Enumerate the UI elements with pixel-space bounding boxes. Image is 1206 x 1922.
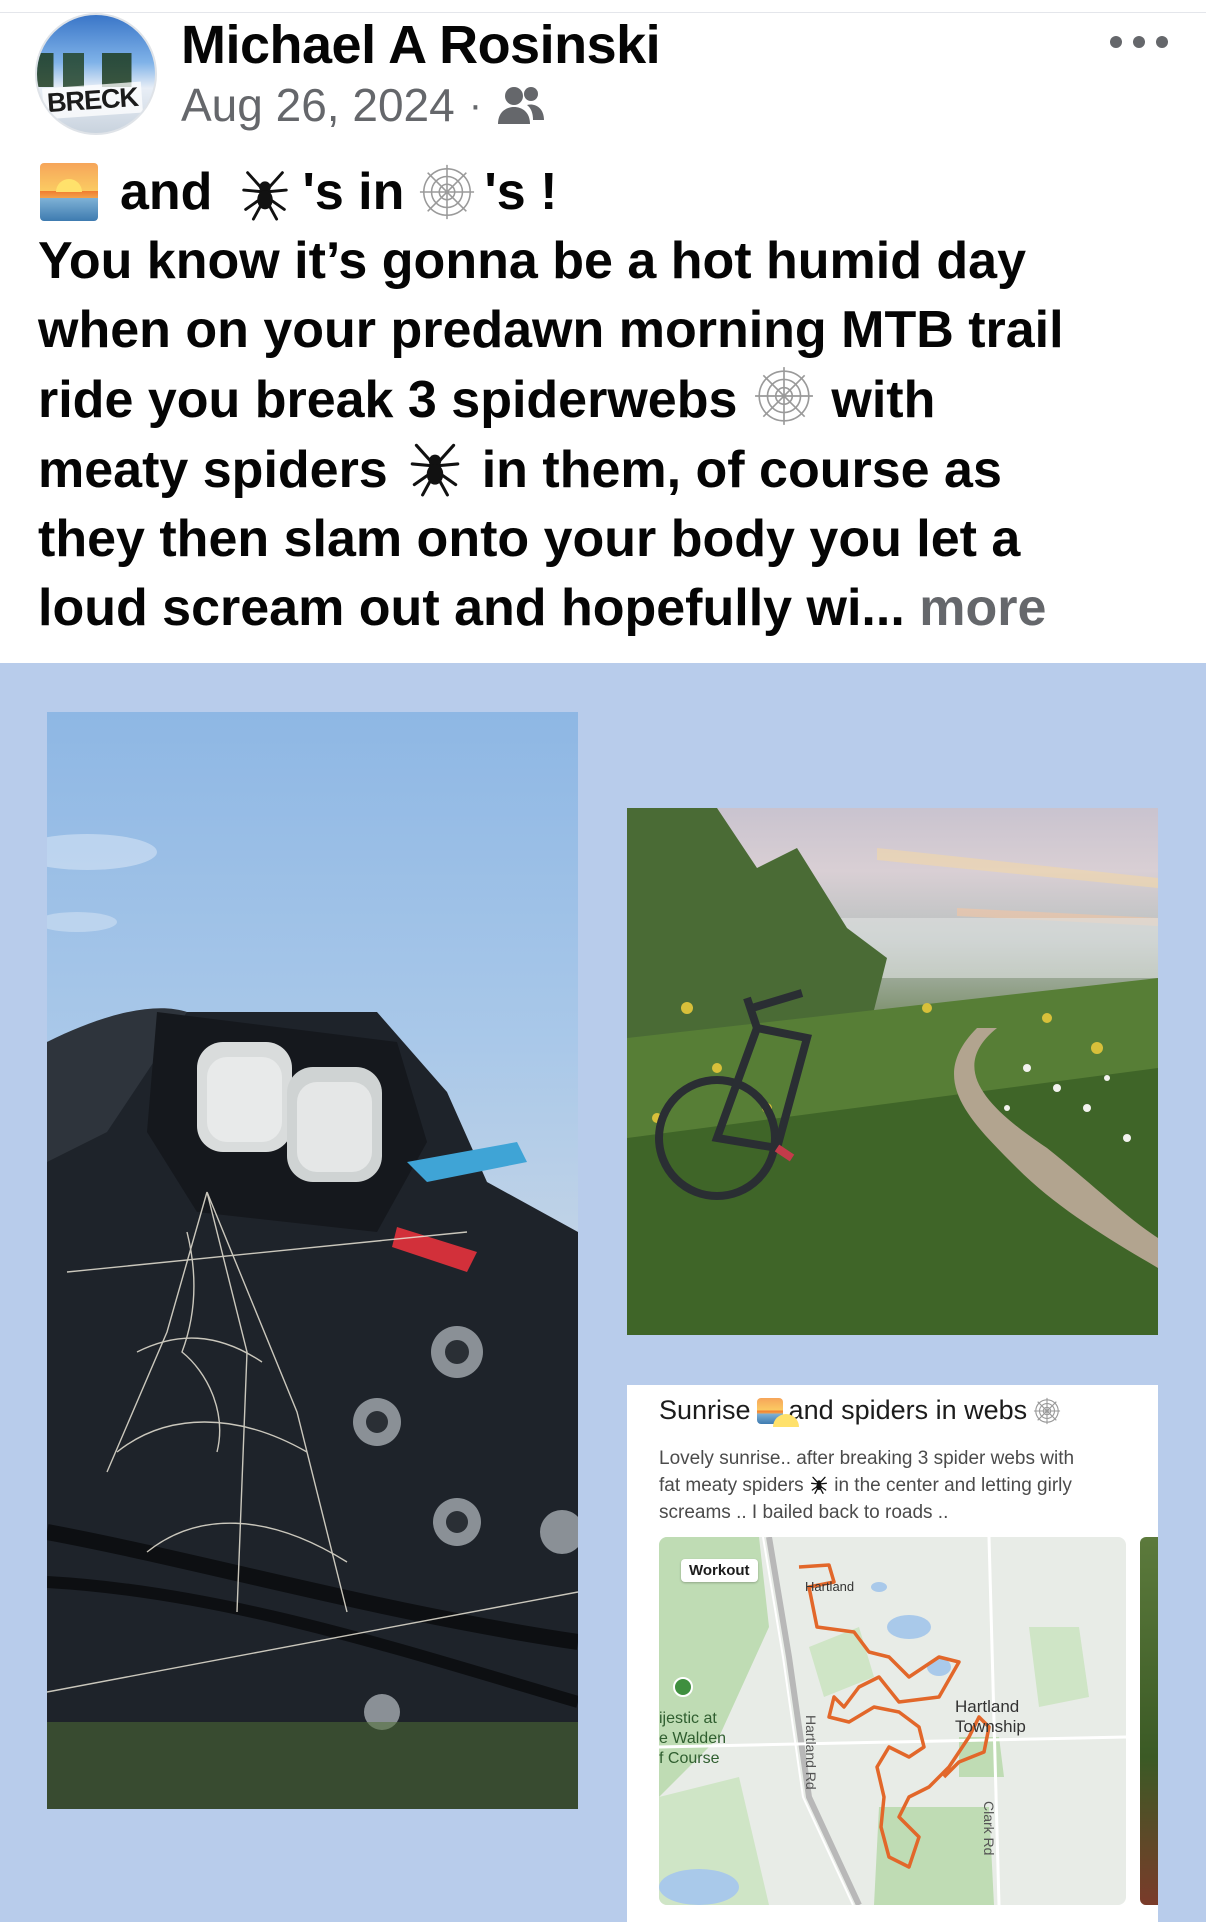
workout-desc-line-2b: in the center and letting girly — [834, 1475, 1072, 1496]
post-line-3: ride you break 3 spiderwebs with — [38, 365, 1178, 435]
friends-icon — [498, 87, 545, 124]
workout-description: Lovely sunrise.. after breaking 3 spider… — [659, 1445, 1139, 1526]
workout-badge: Workout — [681, 1559, 758, 1582]
sunrise-emoji — [40, 163, 98, 221]
map-label-township-line-2: Township — [955, 1717, 1026, 1736]
post-body: You know it’s gonna be a hot humid day w… — [38, 227, 1178, 643]
headline-s-end: 's ! — [484, 163, 558, 221]
map-road-clark: Clark Rd — [981, 1801, 997, 1856]
headline-s-in: 's in — [302, 163, 405, 221]
headline-and: and — [120, 163, 213, 221]
photo-bike-light-spiderweb[interactable] — [47, 712, 578, 1809]
meta-separator: · — [468, 82, 483, 127]
map-label-golf-line-1: ijestic at — [659, 1710, 717, 1727]
workout-title-b: and spiders in webs — [788, 1395, 1028, 1425]
workout-card[interactable]: Sunrise and spiders in webs Lovely sunri… — [627, 1385, 1158, 1922]
post-date[interactable]: Aug 26, 2024 — [181, 78, 455, 132]
post-line-3a: ride you break 3 spiderwebs — [38, 371, 738, 429]
map-road-hartland: Hartland Rd — [803, 1715, 819, 1790]
map-label-hartland: Hartland — [805, 1579, 855, 1594]
avatar-brand-text: BRECK — [42, 81, 143, 120]
spiderweb-emoji — [755, 367, 814, 425]
top-divider — [0, 12, 1206, 13]
post-line-4b: in them, of course as — [481, 441, 1002, 499]
post-meta: Aug 26, 2024 · — [181, 78, 546, 132]
see-more-link[interactable]: more — [919, 579, 1046, 637]
post-line-6: loud scream out and hopefully wi... more — [38, 574, 1178, 643]
more-options-icon[interactable] — [1110, 30, 1168, 54]
map-label-township: Hartland Township — [955, 1697, 1026, 1737]
post-headline: and 's in 's ! — [40, 158, 557, 226]
spider-emoji — [410, 443, 460, 497]
author-name[interactable]: Michael A Rosinski — [181, 14, 661, 76]
post-line-4a: meaty spiders — [38, 441, 388, 499]
sunrise-emoji — [756, 1397, 799, 1427]
spiderweb-emoji — [1034, 1397, 1061, 1424]
spider-emoji — [236, 163, 294, 221]
map-label-golf-line-3: f Course — [659, 1750, 720, 1767]
map-label-golf-line-2: e Walden — [659, 1730, 726, 1747]
post-line-2: when on your predawn morning MTB trail — [38, 301, 1064, 359]
post-line-5: they then slam onto your body you let a — [38, 510, 1021, 568]
post-line-6a: loud scream out and hopefully wi... — [38, 579, 905, 637]
post-line-3b: with — [831, 371, 936, 429]
workout-title: Sunrise and spiders in webs — [659, 1395, 1061, 1427]
map-label-golf-course: ijestic at e Walden f Course — [659, 1709, 726, 1769]
map-label-township-line-1: Hartland — [955, 1697, 1020, 1716]
post-line-1: You know it’s gonna be a hot humid day — [38, 232, 1027, 290]
workout-desc-line-3: screams .. I bailed back to roads .. — [659, 1502, 949, 1523]
workout-desc-line-1: Lovely sunrise.. after breaking 3 spider… — [659, 1448, 1075, 1469]
spiderweb-emoji — [418, 163, 476, 221]
next-photo-peek[interactable] — [1140, 1537, 1158, 1905]
workout-desc-line-2a: fat meaty spiders — [659, 1475, 804, 1496]
spider-emoji — [810, 1476, 827, 1494]
workout-title-a: Sunrise — [659, 1395, 751, 1425]
media-collage: Sunrise and spiders in webs Lovely sunri… — [0, 663, 1206, 1922]
workout-desc-line-2: fat meaty spiders in the center and lett… — [659, 1472, 1139, 1499]
photo-bike-trail-sunrise[interactable] — [627, 808, 1158, 1335]
workout-route-map[interactable]: Workout Hartland Hartland Township ijest… — [659, 1537, 1126, 1905]
post-line-4: meaty spiders in them, of course as — [38, 435, 1178, 505]
avatar[interactable]: BRECK — [35, 13, 157, 135]
